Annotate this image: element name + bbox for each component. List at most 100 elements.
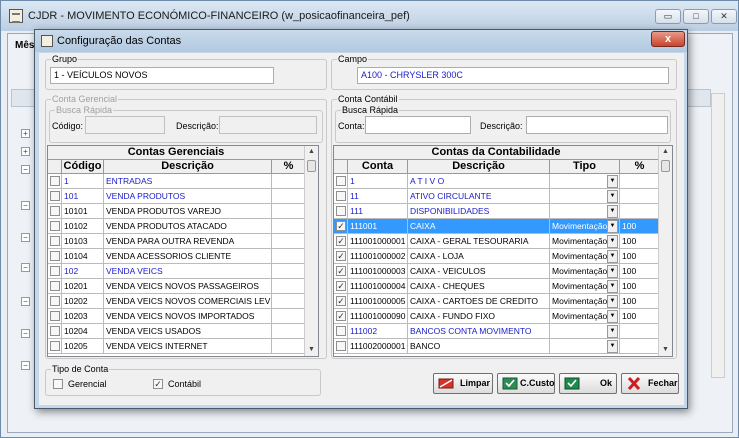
cell-tipo[interactable]: Movimentação ▼ (550, 249, 620, 264)
tree-expand-icon[interactable]: + (21, 129, 30, 138)
limpar-button[interactable]: Limpar (433, 373, 493, 394)
contas-gerenciais-grid[interactable]: Contas Gerenciais Código Descrição % 1 EN… (47, 145, 319, 357)
row-select-cell[interactable] (48, 309, 62, 324)
table-row[interactable]: ✓ 111001000004 CAIXA - CHEQUES Movimentação… (334, 279, 660, 294)
table-row[interactable]: 10102 VENDA PRODUTOS ATACADO (48, 219, 306, 234)
chevron-down-icon[interactable]: ▼ (607, 190, 618, 203)
table-row[interactable]: 111002000001 BANCO ▼ (334, 339, 660, 354)
contabil-checkbox[interactable]: ✓ (153, 379, 163, 389)
tree-expand-icon[interactable]: + (21, 147, 30, 156)
col-header-codigo[interactable]: Código (62, 160, 104, 174)
scroll-up-icon[interactable]: ▲ (306, 146, 317, 158)
cell-pct[interactable] (272, 174, 306, 189)
cell-pct[interactable] (272, 324, 306, 339)
cell-pct[interactable] (272, 264, 306, 279)
row-checkbox[interactable] (50, 281, 60, 291)
tree-collapse-icon[interactable]: − (21, 165, 30, 174)
main-close-button[interactable]: ✕ (711, 9, 737, 24)
cell-pct[interactable] (272, 204, 306, 219)
row-checkbox[interactable] (336, 191, 346, 201)
table-row[interactable]: 10101 VENDA PRODUTOS VAREJO (48, 204, 306, 219)
row-select-cell[interactable]: ✓ (334, 234, 348, 249)
chevron-down-icon[interactable]: ▼ (607, 250, 618, 263)
chevron-down-icon[interactable]: ▼ (607, 220, 618, 233)
col-header-pct[interactable]: % (272, 160, 306, 174)
tree-collapse-icon[interactable]: − (21, 233, 30, 242)
table-row[interactable]: ✓ 111001000003 CAIXA - VEICULOS Movimentaçã… (334, 264, 660, 279)
table-row[interactable]: 111002 BANCOS CONTA MOVIMENTO ▼ (334, 324, 660, 339)
scroll-thumb[interactable] (661, 160, 670, 172)
cell-pct[interactable]: 100 (620, 264, 660, 279)
table-row[interactable]: 10203 VENDA VEICS NOVOS IMPORTADOS (48, 309, 306, 324)
ccusto-button[interactable]: C.Custo (497, 373, 555, 394)
row-checkbox[interactable] (50, 326, 60, 336)
conta-search-field[interactable] (365, 116, 471, 134)
descricao-contabil-field[interactable] (526, 116, 668, 134)
cell-pct[interactable]: 100 (620, 309, 660, 324)
minimize-button[interactable]: ▭ (655, 9, 681, 24)
cell-tipo[interactable]: ▼ (550, 204, 620, 219)
cell-tipo[interactable]: ▼ (550, 174, 620, 189)
col-header-descricao[interactable]: Descrição (104, 160, 272, 174)
table-row[interactable]: 10104 VENDA ACESSORIOS CLIENTE (48, 249, 306, 264)
row-checkbox[interactable] (50, 341, 60, 351)
table-row[interactable]: ✓ 111001000002 CAIXA - LOJA Movimentação ▼ 10… (334, 249, 660, 264)
col-header-tipo[interactable]: Tipo (550, 160, 620, 174)
cell-tipo[interactable]: ▼ (550, 324, 620, 339)
row-checkbox[interactable] (50, 206, 60, 216)
cell-pct[interactable]: 100 (620, 294, 660, 309)
table-row[interactable]: 102 VENDA VEICS (48, 264, 306, 279)
cell-tipo[interactable]: Movimentação ▼ (550, 294, 620, 309)
table-row[interactable]: ✓ 111001 CAIXA Movimentação ▼ 100 (334, 219, 660, 234)
col-header-descricao[interactable]: Descrição (408, 160, 550, 174)
row-checkbox[interactable]: ✓ (336, 266, 346, 276)
row-checkbox[interactable] (50, 221, 60, 231)
cell-tipo[interactable]: Movimentação ▼ (550, 309, 620, 324)
tree-collapse-icon[interactable]: − (21, 297, 30, 306)
contabil-scrollbar[interactable]: ▲ ▼ (658, 146, 672, 356)
row-checkbox[interactable]: ✓ (336, 296, 346, 306)
cell-tipo[interactable]: Movimentação ▼ (550, 264, 620, 279)
cell-pct[interactable] (272, 234, 306, 249)
contas-contabilidade-grid[interactable]: Contas da Contabilidade Conta Descrição … (333, 145, 673, 357)
row-checkbox[interactable] (50, 296, 60, 306)
chevron-down-icon[interactable]: ▼ (607, 280, 618, 293)
row-checkbox[interactable] (50, 176, 60, 186)
row-select-cell[interactable] (48, 204, 62, 219)
table-row[interactable]: 10201 VENDA VEICS NOVOS PASSAGEIROS (48, 279, 306, 294)
row-checkbox[interactable] (336, 206, 346, 216)
cell-tipo[interactable]: Movimentação ▼ (550, 219, 620, 234)
row-select-cell[interactable]: ✓ (334, 219, 348, 234)
table-row[interactable]: 10204 VENDA VEICS USADOS (48, 324, 306, 339)
cell-pct[interactable]: 100 (620, 219, 660, 234)
fechar-button[interactable]: Fechar (621, 373, 679, 394)
maximize-button[interactable]: □ (683, 9, 709, 24)
chevron-down-icon[interactable]: ▼ (607, 265, 618, 278)
row-select-cell[interactable]: ✓ (334, 309, 348, 324)
row-select-cell[interactable] (334, 324, 348, 339)
table-row[interactable]: ✓ 111001000005 CAIXA - CARTOES DE CREDITO M… (334, 294, 660, 309)
cell-pct[interactable] (272, 294, 306, 309)
tree-collapse-icon[interactable]: − (21, 263, 30, 272)
row-select-cell[interactable]: ✓ (334, 249, 348, 264)
table-row[interactable]: 1A T I V O ▼ (334, 174, 660, 189)
table-row[interactable]: ✓ 111001000090 CAIXA - FUNDO FIXO Movimenta… (334, 309, 660, 324)
row-select-cell[interactable]: ✓ (334, 294, 348, 309)
background-scrollbar[interactable] (711, 93, 725, 378)
chevron-down-icon[interactable]: ▼ (607, 205, 618, 218)
row-select-cell[interactable]: ✓ (334, 279, 348, 294)
cell-pct[interactable]: 100 (620, 279, 660, 294)
cell-tipo[interactable]: ▼ (550, 189, 620, 204)
row-checkbox[interactable]: ✓ (336, 281, 346, 291)
cell-pct[interactable] (620, 339, 660, 354)
descricao-gerencial-field[interactable] (219, 116, 317, 134)
campo-field[interactable]: A100 - CHRYSLER 300C (357, 67, 669, 84)
row-select-cell[interactable] (48, 189, 62, 204)
scroll-down-icon[interactable]: ▼ (660, 344, 671, 356)
chevron-down-icon[interactable]: ▼ (607, 175, 618, 188)
row-checkbox[interactable]: ✓ (336, 221, 346, 231)
grupo-field[interactable]: 1 - VEÍCULOS NOVOS (50, 67, 274, 84)
cell-pct[interactable] (620, 189, 660, 204)
scroll-thumb[interactable] (307, 160, 316, 172)
tree-collapse-icon[interactable]: − (21, 361, 30, 370)
